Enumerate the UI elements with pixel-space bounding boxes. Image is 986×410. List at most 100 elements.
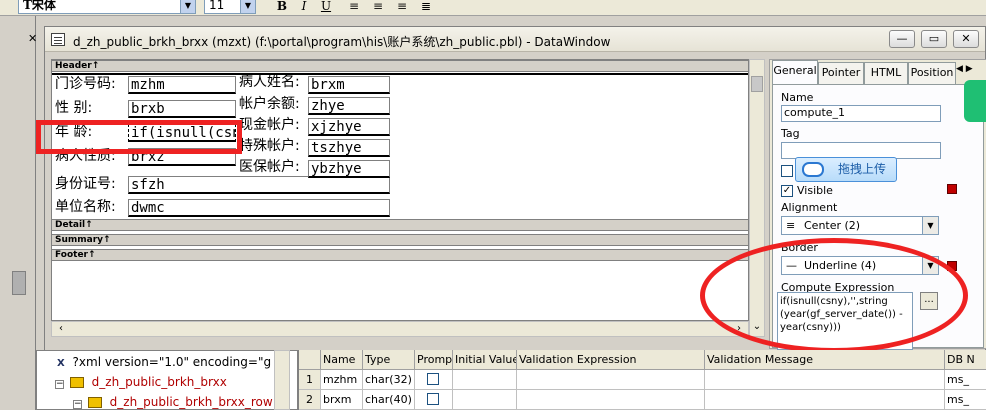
scroll-thumb[interactable] (751, 76, 763, 92)
tab-scroll-arrows[interactable]: ◀ ▶ (956, 64, 986, 80)
expression-button-icon[interactable] (947, 184, 957, 194)
grid-cell-name[interactable]: mzhm (321, 370, 363, 390)
header-top-line (52, 73, 748, 75)
justify-icon[interactable]: ≣ (416, 0, 436, 14)
close-button[interactable]: ✕ (953, 30, 979, 48)
detail-band[interactable]: Detail↑ (52, 219, 748, 231)
chevron-down-icon[interactable]: ▼ (180, 0, 195, 13)
grid-header-validation-message[interactable]: Validation Message (705, 350, 945, 370)
align-center-icon: ≡ (786, 219, 796, 232)
column-spec-grid: Name Type Prompt Initial Value Validatio… (298, 350, 986, 410)
left-scroll-thumb[interactable] (12, 271, 26, 295)
design-canvas[interactable]: Header↑ 门诊号码: mzhm 性 别: brxb 年 龄: if(isn… (51, 59, 749, 321)
sfzh-column[interactable]: sfzh (128, 176, 390, 194)
tszhye-label[interactable]: 特殊帐户: (239, 138, 300, 156)
grid-cell-db-name[interactable]: ms_ (945, 390, 986, 410)
brxm-label[interactable]: 病人姓名: (239, 74, 300, 92)
cloud-icon (802, 162, 824, 177)
ybzhye-column[interactable]: ybzhye (308, 160, 390, 178)
tab-position[interactable]: Position (908, 62, 956, 84)
xjzhye-column[interactable]: xjzhye (308, 118, 390, 136)
grid-header-type[interactable]: Type (363, 350, 415, 370)
mzhm-label[interactable]: 门诊号码: (55, 76, 116, 94)
grid-header-initial-value[interactable]: Initial Value (453, 350, 517, 370)
font-name-combo[interactable]: T宋体 ▼ (18, 0, 196, 14)
chevron-down-icon[interactable]: ▼ (922, 217, 938, 234)
alignment-label: Alignment (781, 201, 838, 214)
align-center-icon[interactable]: ≡ (368, 0, 388, 14)
grid-header-name[interactable]: Name (321, 350, 363, 370)
window-titlebar: d_zh_public_brkh_brxx (mzxt) (f:\portal\… (45, 27, 985, 52)
prompt-checkbox[interactable] (427, 393, 439, 405)
upload-button[interactable]: 拖拽上传 (795, 157, 897, 182)
grid-row-number: 2 (299, 390, 321, 410)
font-size-combo[interactable]: 11 ▼ (204, 0, 256, 14)
grid-cell-validation-expression[interactable] (517, 370, 705, 390)
grid-cell-db-name[interactable]: ms_ (945, 370, 986, 390)
datawindow-icon (51, 33, 65, 46)
grid-cell-type[interactable]: char(40) (363, 390, 415, 410)
tag-label: Tag (781, 127, 800, 140)
grid-cell-prompt[interactable] (415, 370, 453, 390)
prompt-checkbox[interactable] (427, 373, 439, 385)
tree-scrollbar[interactable] (274, 350, 290, 410)
chevron-down-icon[interactable]: ▼ (240, 0, 255, 13)
align-left-icon[interactable]: ≡ (344, 0, 364, 14)
footer-band[interactable]: Footer↑ (52, 249, 748, 261)
visible-label: Visible (797, 184, 833, 197)
alignment-select[interactable]: ≡ Center (2) ▼ (781, 216, 939, 235)
grid-cell-initial-value[interactable] (453, 390, 517, 410)
collapse-icon[interactable]: − (55, 380, 64, 389)
grid-cell-validation-message[interactable] (705, 390, 945, 410)
name-label: Name (781, 91, 814, 104)
header-band[interactable]: Header↑ (52, 60, 748, 72)
collapse-icon[interactable]: − (73, 400, 82, 409)
side-widget-tab[interactable] (964, 80, 986, 122)
grid-cell-type[interactable]: char(32) (363, 370, 415, 390)
restore-button[interactable]: ▭ (921, 30, 947, 48)
underline-button[interactable]: U (316, 0, 336, 14)
summary-band[interactable]: Summary↑ (52, 234, 748, 246)
align-right-icon[interactable]: ≡ (392, 0, 412, 14)
grid-header-db-name[interactable]: DB N (945, 350, 986, 370)
font-name-value: T宋体 (23, 0, 56, 12)
zhye-label[interactable]: 帐户余额: (239, 96, 300, 114)
tab-general[interactable]: General (772, 60, 818, 85)
italic-button[interactable]: I (294, 0, 314, 14)
left-panel: ✕ (0, 16, 37, 410)
visible-checkbox[interactable]: ✓ (781, 185, 793, 197)
xjzhye-label[interactable]: 现金帐户: (239, 117, 300, 135)
upload-label: 拖拽上传 (838, 162, 887, 176)
mzhm-column[interactable]: mzhm (128, 76, 236, 94)
canvas-horizontal-scrollbar[interactable]: ‹ › (51, 321, 749, 337)
annotation-highlight-ellipse (700, 238, 968, 353)
minimize-button[interactable]: — (889, 30, 915, 48)
close-icon[interactable]: ✕ (28, 33, 37, 44)
bold-button[interactable]: B (272, 0, 292, 14)
unnamed-checkbox[interactable] (781, 165, 793, 177)
ybzhye-label[interactable]: 医保帐户: (239, 159, 300, 177)
tree-xml-node[interactable]: X ?xml version="1.0" encoding="g (57, 353, 271, 373)
grid-cell-initial-value[interactable] (453, 370, 517, 390)
sfzh-label[interactable]: 身份证号: (55, 176, 116, 194)
name-input[interactable]: compute_1 (781, 105, 941, 122)
grid-cell-prompt[interactable] (415, 390, 453, 410)
tree-node-brxx-row[interactable]: − d_zh_public_brkh_brxx_row (73, 393, 273, 410)
brxm-column[interactable]: brxm (308, 76, 390, 94)
grid-header-validation-expression[interactable]: Validation Expression (517, 350, 705, 370)
grid-cell-validation-message[interactable] (705, 370, 945, 390)
xb-column[interactable]: brxb (128, 100, 236, 118)
grid-header-prompt[interactable]: Prompt (415, 350, 453, 370)
chevron-left-icon[interactable]: ‹ (54, 323, 68, 334)
xb-label[interactable]: 性 别: (55, 100, 92, 118)
grid-cell-name[interactable]: brxm (321, 390, 363, 410)
tab-html[interactable]: HTML (864, 62, 908, 84)
tree-node-brxx[interactable]: − d_zh_public_brkh_brxx (55, 373, 227, 393)
folder-icon (69, 377, 84, 388)
dwmc-column[interactable]: dwmc (128, 199, 390, 217)
tab-pointer[interactable]: Pointer (818, 62, 864, 84)
zhye-column[interactable]: zhye (308, 97, 390, 115)
grid-cell-validation-expression[interactable] (517, 390, 705, 410)
tszhye-column[interactable]: tszhye (308, 139, 390, 157)
dwmc-label[interactable]: 单位名称: (55, 199, 116, 217)
